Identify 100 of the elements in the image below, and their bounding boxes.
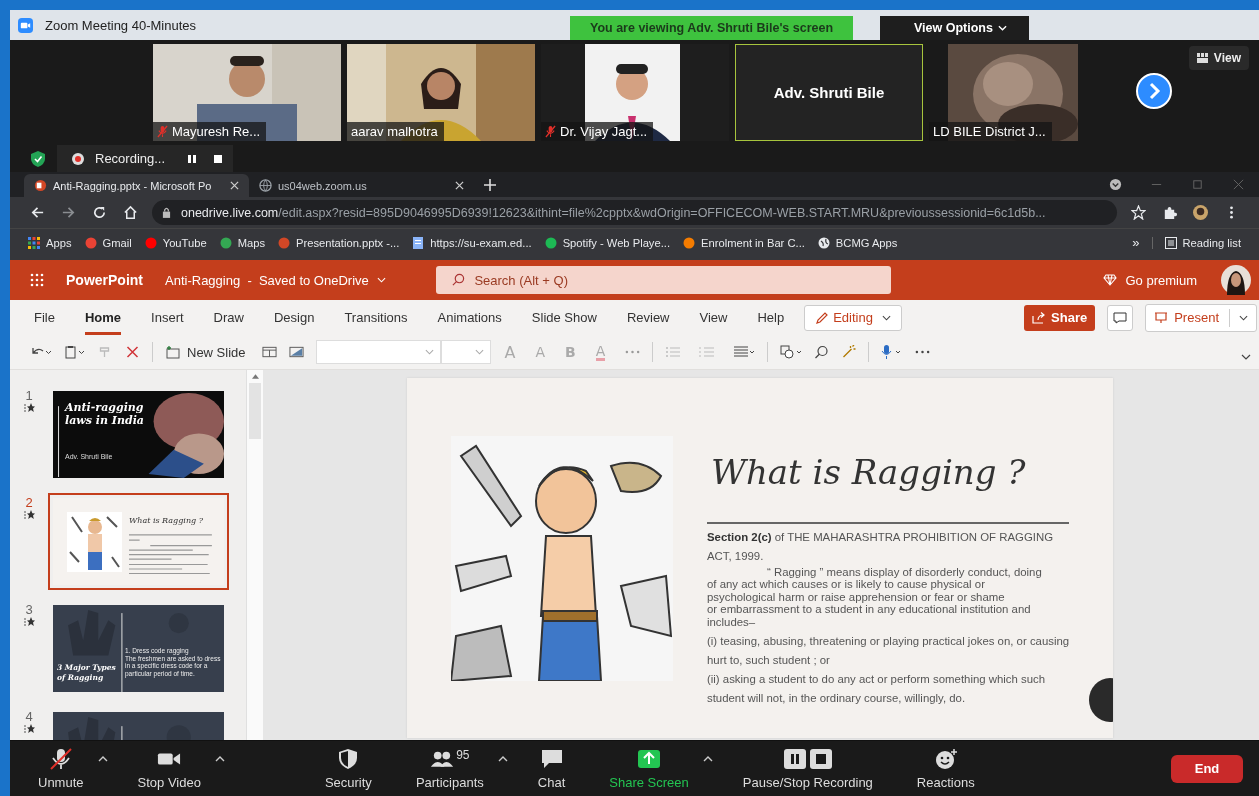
bookmark-link[interactable]: Enrolment in Bar C... (683, 236, 805, 249)
shield-icon[interactable] (31, 150, 45, 167)
bookmark-link[interactable]: Presentation.pptx -... (278, 236, 400, 249)
ribbon-tab[interactable]: Insert (151, 300, 184, 335)
stop-video-button[interactable]: Stop Video (129, 747, 209, 790)
ribbon-tab[interactable]: View (699, 300, 728, 335)
magic-wand-icon[interactable] (841, 345, 857, 359)
ribbon-tab[interactable]: Transitions (344, 300, 408, 335)
home-icon[interactable] (123, 205, 138, 220)
unmute-button[interactable]: Unmute (30, 747, 92, 790)
muted-microphone-icon (48, 747, 73, 770)
video-tile[interactable]: aarav malhotra (347, 44, 535, 141)
caret-icon[interactable] (702, 755, 713, 762)
paste-icon[interactable] (64, 345, 86, 359)
animation-star-icon (23, 724, 35, 734)
slide-paragraph: Section 2(c) of THE MAHARASHTRA PROHIBITION OF RAGGING ACT, 1999. (707, 529, 1054, 564)
ribbon-tab[interactable]: Slide Show (531, 300, 597, 335)
slide-title: Anti-ragging laws in India (65, 401, 145, 427)
reading-list-button[interactable]: Reading list (1151, 236, 1241, 249)
pause-stop-recording-button[interactable]: Pause/Stop Recording (734, 747, 881, 790)
pause-stop-icon (782, 747, 833, 770)
recording-label: Recording... (95, 151, 166, 166)
chat-button[interactable]: Chat (529, 747, 574, 790)
scrollbar[interactable] (246, 370, 263, 740)
bookmark-link[interactable]: BCMG Apps (817, 236, 898, 249)
share-button[interactable]: Share (1024, 304, 1096, 331)
delete-icon[interactable] (125, 345, 140, 359)
profile-avatar-icon[interactable] (1193, 205, 1208, 220)
ribbon-tab[interactable]: File (34, 300, 55, 335)
bookmark-link[interactable]: Spotify - Web Playe... (544, 236, 670, 249)
browser-tab[interactable]: Anti-Ragging.pptx - Microsoft Po (24, 174, 249, 197)
collapse-ribbon-icon[interactable] (1241, 354, 1251, 360)
share-screen-button[interactable]: Share Screen (601, 747, 697, 790)
bookmark-link[interactable]: Apps (28, 236, 72, 249)
go-premium-link[interactable]: Go premium (1103, 272, 1197, 288)
stop-icon[interactable] (213, 153, 224, 164)
shapes-icon[interactable] (780, 345, 803, 359)
slide-canvas[interactable] (407, 378, 1113, 738)
caret-icon[interactable] (214, 755, 225, 762)
security-button[interactable]: Security (316, 747, 380, 790)
view-button[interactable]: View (1188, 46, 1249, 70)
chevron-icon (474, 349, 484, 355)
slide-paragraph: (i) teasing, abusing, threatening or playing practical jokes on, or causing hurt to, such student ; or (707, 634, 1071, 668)
zoom-logo-icon (18, 17, 33, 33)
back-icon[interactable] (30, 205, 45, 220)
video-tile[interactable]: Mayuresh Re... (153, 44, 341, 141)
reactions-button[interactable]: Reactions (908, 747, 983, 790)
participant-name: Adv. Shruti Bile (773, 84, 885, 101)
reload-icon[interactable] (92, 205, 107, 220)
url-text: onedrive.live.com/edit.aspx?resid=895D9046995D6939!12623&ithint=file%2cpptx&wdOrigin=OFFICECOM-WEB.START.MRU&previoussessionid=6c1d5b... (181, 205, 1046, 220)
browser-tab[interactable]: us04web.zoom.us (249, 174, 474, 197)
bookmark-link[interactable]: YouTube (144, 236, 207, 249)
star-icon[interactable] (1131, 205, 1146, 220)
tab-title: Anti-Ragging.pptx - Microsoft Po (53, 179, 213, 192)
participant-name: LD BILE District J... (933, 124, 1046, 139)
app-launcher-icon[interactable] (30, 273, 44, 287)
chevron-icon[interactable] (1239, 314, 1248, 321)
search-icon[interactable] (814, 345, 830, 359)
slide-thumbnail[interactable]: What is Ragging ? (48, 493, 229, 590)
speech-bubble-icon (539, 747, 564, 770)
ribbon-tab[interactable]: Animations (437, 300, 502, 335)
extensions-icon[interactable] (1162, 205, 1177, 220)
ribbon-tab[interactable]: Review (626, 300, 670, 335)
view-options-button[interactable]: View Options (880, 16, 1029, 40)
bookmark-link[interactable]: Gmail (84, 236, 132, 249)
ribbon-tab[interactable]: Draw (213, 300, 244, 335)
next-page-icon[interactable] (1136, 73, 1172, 109)
caret-icon[interactable] (97, 755, 108, 762)
pause-icon[interactable] (187, 153, 198, 164)
app-name[interactable]: PowerPoint (66, 272, 143, 288)
new-tab-icon[interactable] (484, 179, 496, 191)
ribbon-tab[interactable]: Design (273, 300, 315, 335)
participants-button[interactable]: 95 Participants (407, 747, 492, 790)
chevron-icon (424, 349, 434, 355)
ribbon-tab[interactable]: Help (757, 300, 785, 335)
caret-icon[interactable] (497, 755, 508, 762)
more-bookmarks-button[interactable]: » (1132, 235, 1140, 250)
video-tile[interactable]: LD BILE District J... (929, 44, 1117, 141)
apps-grid-icon (28, 236, 40, 249)
participant-count: 95 (456, 747, 470, 762)
reset-slide-icon[interactable] (288, 345, 304, 359)
video-tile[interactable]: Adv. Shruti Bile (735, 44, 923, 141)
comments-button[interactable] (1107, 304, 1134, 331)
end-meeting-button[interactable]: End (1171, 754, 1243, 783)
new-slide-button[interactable]: New Slide (165, 344, 246, 360)
search-field[interactable]: Search (Alt + Q) (436, 266, 892, 294)
globe-icon (817, 236, 830, 249)
animation-star-icon (23, 617, 35, 627)
address-bar[interactable]: onedrive.live.com/edit.aspx?resid=895D9046995D6939!12623&ithint=file%2cpptx&wdOrigin=OFFICECOM-WEB.START.MRU&previoussessionid=6c1d5b... (152, 200, 1117, 225)
forward-icon[interactable] (61, 205, 76, 220)
bookmark-link[interactable]: https://su-exam.ed... (412, 236, 532, 249)
bookmark-link[interactable]: Maps (219, 236, 266, 249)
scroll-up-icon[interactable] (251, 374, 259, 379)
tab-search-icon[interactable] (1109, 178, 1122, 191)
globe-icon (259, 179, 272, 192)
search-icon (452, 273, 466, 286)
editing-mode-dropdown[interactable]: Editing (804, 304, 902, 331)
layout-icon[interactable] (261, 345, 277, 359)
profile-avatar-icon[interactable] (1221, 265, 1251, 295)
document-title-button[interactable]: Anti-Ragging - Saved to OneDrive (165, 272, 387, 288)
